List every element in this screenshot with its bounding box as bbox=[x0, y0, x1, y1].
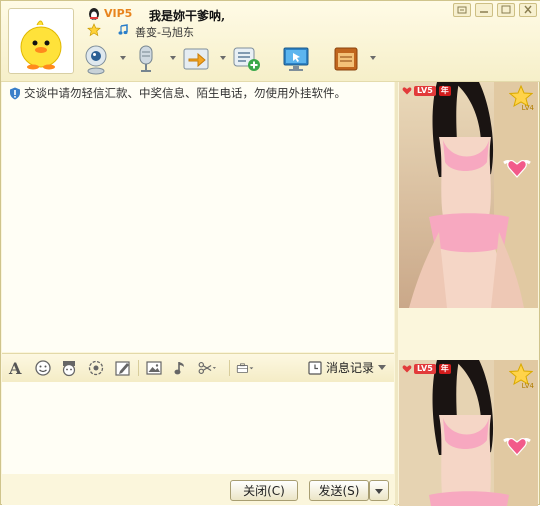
close-window-button[interactable] bbox=[519, 3, 537, 17]
group-chat-icon bbox=[233, 47, 260, 71]
qq-penguin-icon bbox=[89, 8, 99, 20]
music-note-icon bbox=[118, 24, 128, 35]
separator bbox=[229, 360, 230, 376]
group-chat-button[interactable] bbox=[231, 43, 267, 75]
briefcase-icon[interactable] bbox=[236, 359, 254, 377]
winged-heart-icon bbox=[503, 159, 531, 178]
microphone-icon bbox=[139, 45, 153, 72]
svg-text:A: A bbox=[8, 359, 22, 377]
minimize-icon bbox=[480, 11, 488, 13]
music-icon[interactable] bbox=[172, 359, 190, 377]
menu-button[interactable] bbox=[453, 3, 471, 17]
heart-icon bbox=[402, 87, 412, 95]
shield-icon bbox=[10, 87, 20, 99]
send-button[interactable]: 发送(S) bbox=[309, 480, 369, 501]
avatar[interactable] bbox=[8, 8, 74, 74]
send-file-button[interactable] bbox=[181, 43, 226, 75]
screenshot-scissors-icon[interactable] bbox=[198, 359, 216, 377]
chevron-down-icon[interactable] bbox=[220, 56, 226, 60]
now-playing-song[interactable]: 善变-马旭东 bbox=[135, 24, 194, 40]
level-small-label: LV4 bbox=[521, 104, 534, 112]
vip-label: VIP5 bbox=[104, 7, 133, 20]
chevron-down-icon[interactable] bbox=[170, 56, 176, 60]
year-badge: 年 bbox=[438, 364, 451, 374]
chevron-down-icon[interactable] bbox=[370, 56, 376, 60]
send-options-button[interactable] bbox=[369, 480, 389, 501]
button-row: 关闭(C) 发送(S) bbox=[2, 475, 394, 505]
maximize-button[interactable] bbox=[497, 3, 515, 17]
file-transfer-icon bbox=[183, 48, 209, 70]
magic-emoticon-icon[interactable] bbox=[60, 359, 78, 377]
level-small-label: LV4 bbox=[521, 382, 534, 390]
format-toolbar: A 消息记录 bbox=[2, 353, 394, 383]
video-show-image bbox=[399, 82, 538, 308]
menu-icon bbox=[457, 6, 467, 14]
message-input[interactable] bbox=[2, 382, 394, 474]
contact-video-show-2[interactable]: LV5 年 LV4 bbox=[399, 360, 538, 506]
app-box-button[interactable] bbox=[331, 43, 376, 75]
shake-window-icon[interactable] bbox=[87, 359, 105, 377]
level-badge: LV5 年 bbox=[402, 86, 451, 96]
header: VIP5 我是妳干爹呐, 善变-马旭东 bbox=[1, 1, 540, 82]
level-badge-text: LV5 bbox=[414, 364, 436, 374]
message-history-label: 消息记录 bbox=[325, 361, 374, 375]
message-history-button[interactable]: 消息记录 bbox=[308, 359, 386, 376]
chevron-down-icon bbox=[378, 364, 386, 370]
emoticon-icon[interactable] bbox=[34, 359, 52, 377]
separator bbox=[138, 360, 139, 376]
window-controls bbox=[453, 3, 537, 17]
font-icon[interactable]: A bbox=[7, 359, 25, 377]
panel-divider bbox=[395, 82, 398, 506]
remote-assist-button[interactable] bbox=[281, 43, 317, 75]
contact-video-show[interactable]: LV5 年 LV4 bbox=[399, 82, 538, 308]
minimize-button[interactable] bbox=[475, 3, 493, 17]
level-badge-text: LV5 bbox=[414, 86, 436, 96]
main-toolbar bbox=[81, 42, 381, 76]
duck-avatar-icon bbox=[20, 20, 62, 70]
star-icon bbox=[87, 23, 101, 37]
clock-icon bbox=[308, 360, 322, 375]
chevron-down-icon bbox=[375, 489, 383, 494]
security-notice-text: 交谈中请勿轻信汇款、中奖信息、陌生电话，勿使用外挂软件。 bbox=[24, 86, 346, 100]
doodle-icon[interactable] bbox=[114, 359, 132, 377]
close-icon bbox=[524, 5, 532, 14]
winged-heart-icon bbox=[503, 437, 531, 456]
chat-history[interactable]: 交谈中请勿轻信汇款、中奖信息、陌生电话，勿使用外挂软件。 bbox=[2, 82, 394, 352]
heart-icon bbox=[402, 365, 412, 373]
webcam-icon bbox=[85, 45, 107, 75]
year-badge: 年 bbox=[438, 86, 451, 96]
video-call-button[interactable] bbox=[81, 43, 126, 75]
level-badge: LV5 年 bbox=[402, 364, 451, 374]
remote-desktop-icon bbox=[283, 47, 309, 71]
security-notice: 交谈中请勿轻信汇款、中奖信息、陌生电话，勿使用外挂软件。 bbox=[9, 85, 346, 101]
close-button[interactable]: 关闭(C) bbox=[230, 480, 298, 501]
send-image-icon[interactable] bbox=[145, 359, 163, 377]
voice-call-button[interactable] bbox=[131, 43, 176, 75]
chevron-down-icon[interactable] bbox=[120, 56, 126, 60]
maximize-icon bbox=[501, 5, 511, 14]
chat-window: VIP5 我是妳干爹呐, 善变-马旭东 交谈中请勿轻信汇款、中奖信息、陌生电话，… bbox=[0, 0, 540, 506]
app-box-icon bbox=[334, 47, 358, 71]
nickname: 我是妳干爹呐, bbox=[149, 9, 226, 23]
